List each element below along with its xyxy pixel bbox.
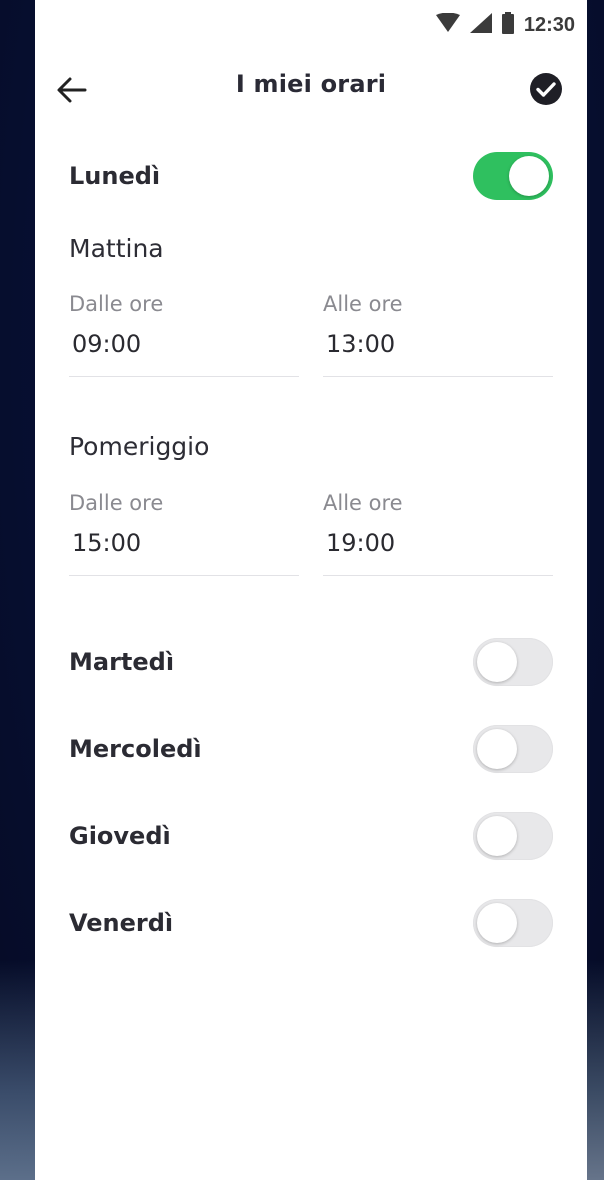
toggle-knob xyxy=(477,642,517,682)
morning-to-label: Alle ore xyxy=(323,292,403,316)
field-underline xyxy=(323,376,553,377)
toggle-tuesday[interactable] xyxy=(473,638,553,686)
toggle-thursday[interactable] xyxy=(473,812,553,860)
status-bar: 12:30 xyxy=(35,0,587,52)
morning-to-field: Alle ore 13:00 xyxy=(323,292,553,377)
day-label-monday: Lunedì xyxy=(69,162,161,190)
toggle-wednesday[interactable] xyxy=(473,725,553,773)
afternoon-to-label: Alle ore xyxy=(323,491,403,515)
morning-from-label: Dalle ore xyxy=(69,292,164,316)
page-title: I miei orari xyxy=(235,70,387,98)
slot-title-morning: Mattina xyxy=(69,234,164,263)
day-label-thursday: Giovedì xyxy=(69,822,171,850)
toggle-monday[interactable] xyxy=(473,152,553,200)
day-label-wednesday: Mercoledì xyxy=(69,735,202,763)
slot-title-afternoon: Pomeriggio xyxy=(69,432,210,461)
app-bar: I miei orari xyxy=(35,60,587,120)
day-label-tuesday: Martedì xyxy=(69,648,175,676)
field-underline xyxy=(69,575,299,576)
afternoon-from-field: Dalle ore 15:00 xyxy=(69,491,299,576)
signal-icon xyxy=(469,13,492,37)
field-underline xyxy=(323,575,553,576)
day-label-friday: Venerdì xyxy=(69,909,174,937)
day-row-monday: Lunedì xyxy=(69,148,553,204)
toggle-knob xyxy=(477,816,517,856)
morning-from-field: Dalle ore 09:00 xyxy=(69,292,299,377)
field-underline xyxy=(69,376,299,377)
save-button[interactable] xyxy=(529,72,563,106)
day-row-friday: Venerdì xyxy=(69,895,553,951)
toggle-knob xyxy=(477,729,517,769)
toggle-knob xyxy=(509,156,549,196)
status-time: 12:30 xyxy=(523,13,575,36)
afternoon-to-field: Alle ore 19:00 xyxy=(323,491,553,576)
battery-icon xyxy=(501,12,514,38)
check-circle-icon xyxy=(529,73,563,110)
toggle-knob xyxy=(477,903,517,943)
morning-to-input[interactable]: 13:00 xyxy=(323,330,553,360)
afternoon-from-input[interactable]: 15:00 xyxy=(69,529,299,559)
background-edge-left xyxy=(0,960,40,1180)
morning-from-input[interactable]: 09:00 xyxy=(69,330,299,360)
phone-screen: 12:30 I miei orari Lunedì Mattina Dalle … xyxy=(35,0,587,1180)
day-row-thursday: Giovedì xyxy=(69,808,553,864)
afternoon-to-input[interactable]: 19:00 xyxy=(323,529,553,559)
afternoon-from-label: Dalle ore xyxy=(69,491,164,515)
day-row-tuesday: Martedì xyxy=(69,634,553,690)
wifi-icon xyxy=(435,12,460,37)
toggle-friday[interactable] xyxy=(473,899,553,947)
day-row-wednesday: Mercoledì xyxy=(69,721,553,777)
